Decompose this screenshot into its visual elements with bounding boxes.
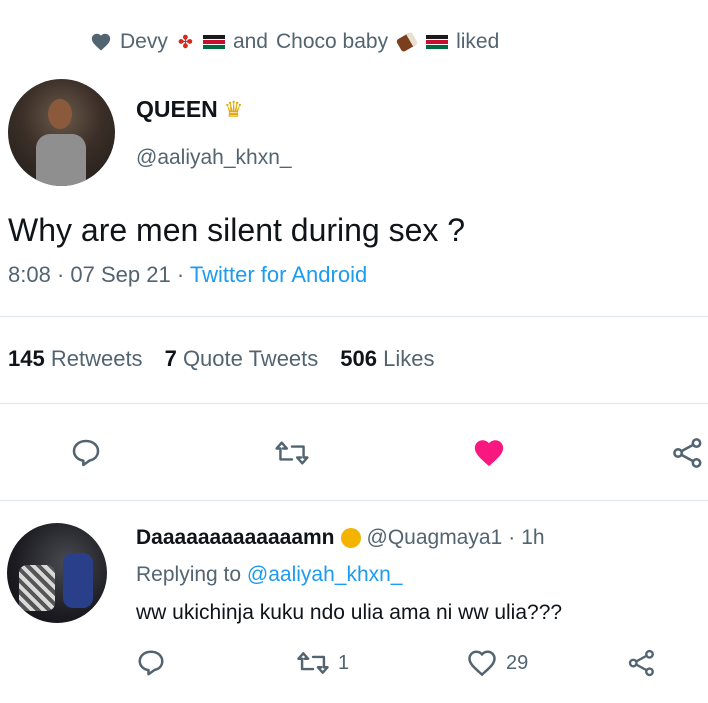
tweet-meta: 8:08 · 07 Sep 21 · Twitter for Android [8, 262, 367, 288]
retweet-icon [275, 441, 309, 465]
author-display-name[interactable]: QUEEN ♛ [136, 96, 244, 123]
reply-share-button[interactable] [626, 648, 658, 678]
meta-separator: · [508, 526, 516, 549]
liker-name[interactable]: Devy [120, 30, 168, 54]
like-count: 29 [506, 651, 529, 674]
like-icon [468, 650, 496, 677]
share-button[interactable] [668, 433, 708, 473]
reply-avatar[interactable] [7, 523, 107, 623]
retweets-stat[interactable]: 145 Retweets [8, 346, 143, 372]
kenya-flag-icon [202, 34, 225, 50]
kenya-flag-icon [426, 34, 449, 50]
likes-stat[interactable]: 506 Likes [340, 346, 434, 372]
display-name-text: QUEEN [136, 96, 218, 122]
tweet-text: Why are men silent during sex ? [8, 212, 466, 248]
tweet-source[interactable]: Twitter for Android [190, 262, 367, 287]
canada-flag-icon: ✤ [177, 31, 193, 52]
replying-prefix: Replying to [136, 563, 242, 586]
liked-conjunction: and [232, 30, 268, 53]
tweet-date[interactable]: 07 Sep 21 [70, 262, 170, 287]
like-button[interactable] [469, 433, 509, 473]
retweet-button[interactable] [272, 433, 312, 473]
divider [0, 403, 708, 404]
reply-text: ww ukichinja kuku ndo ulia ama ni ww uli… [136, 601, 563, 624]
crown-icon: ♛ [223, 96, 244, 122]
reply-display-name[interactable]: Daaaaaaaaaaaaamn [136, 526, 335, 550]
tweet-stats: 145 Retweets 7 Quote Tweets 506 Likes [8, 346, 434, 372]
tweet-time[interactable]: 8:08 [8, 262, 51, 287]
replying-to: Replying to @aaliyah_khxn_ [136, 563, 403, 587]
reply-like-button[interactable]: 29 [466, 648, 528, 678]
reply-button[interactable] [66, 433, 106, 473]
share-icon [628, 649, 654, 677]
retweet-count: 1 [338, 651, 350, 674]
liker-name[interactable]: Choco baby [276, 30, 388, 54]
avatar[interactable] [8, 79, 115, 186]
like-icon [474, 440, 504, 467]
reply-retweet-button[interactable]: 1 [296, 648, 349, 678]
meta-separator: · [176, 262, 185, 287]
meta-separator: · [56, 262, 65, 287]
reply-handle[interactable]: @Quagmaya1 [367, 526, 503, 550]
share-icon [673, 438, 702, 468]
emoji-icon [340, 528, 361, 548]
divider [0, 500, 708, 501]
reply-icon [72, 439, 100, 467]
reply-icon [138, 650, 164, 676]
reply-reply-button[interactable] [136, 648, 166, 678]
author-handle[interactable]: @aaliyah_khxn_ [136, 146, 292, 170]
retweet-icon [297, 652, 329, 674]
reply-header: Daaaaaaaaaaaaamn @Quagmaya1 · 1h [136, 526, 545, 550]
liked-by-bar: Devy ✤ and Choco baby liked [90, 28, 499, 56]
quotes-stat[interactable]: 7 Quote Tweets [165, 346, 319, 372]
heart-icon [91, 33, 111, 51]
replying-handle-link[interactable]: @aaliyah_khxn_ [247, 563, 403, 586]
liked-action-text: liked [456, 30, 500, 53]
chocolate-icon [395, 31, 419, 53]
reply-time[interactable]: 1h [521, 526, 544, 550]
divider [0, 316, 708, 317]
